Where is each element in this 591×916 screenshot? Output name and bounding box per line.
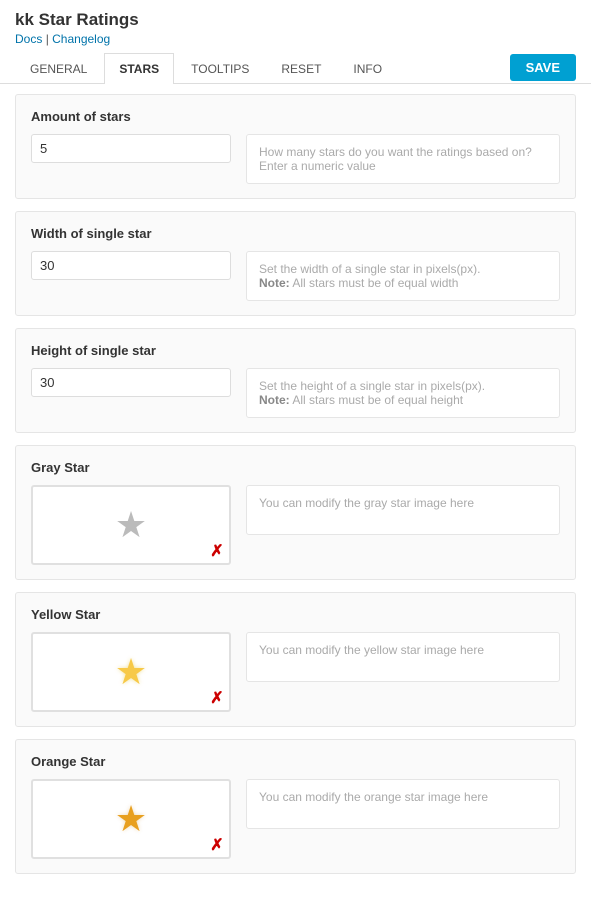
docs-link[interactable]: Docs <box>15 32 42 46</box>
width-star-input[interactable] <box>31 251 231 280</box>
tab-stars[interactable]: STARS <box>104 53 174 84</box>
orange-star-image-box[interactable]: ★ ✗ <box>31 779 231 859</box>
gray-star-remove-icon: ✗ <box>210 541 223 561</box>
height-star-input[interactable] <box>31 368 231 397</box>
changelog-link[interactable]: Changelog <box>52 32 110 46</box>
amount-stars-desc: How many stars do you want the ratings b… <box>246 134 560 184</box>
orange-star-title: Orange Star <box>31 754 560 769</box>
gray-star-title: Gray Star <box>31 460 560 475</box>
section-gray-star: Gray Star ★ ✗ You can modify the gray st… <box>15 445 576 580</box>
amount-stars-input-col <box>31 134 231 163</box>
tab-tooltips[interactable]: TOOLTIPS <box>176 53 264 84</box>
orange-star-remove-button[interactable]: ✗ <box>209 837 225 853</box>
section-width-star: Width of single star Set the width of a … <box>15 211 576 316</box>
height-star-title: Height of single star <box>31 343 560 358</box>
yellow-star-image-box[interactable]: ★ ✗ <box>31 632 231 712</box>
section-orange-star: Orange Star ★ ✗ You can modify the orang… <box>15 739 576 874</box>
yellow-star-remove-button[interactable]: ✗ <box>209 690 225 706</box>
nav-tabs: GENERAL STARS TOOLTIPS RESET INFO SAVE <box>0 52 591 84</box>
orange-star-image-col: ★ ✗ <box>31 779 231 859</box>
yellow-star-image-col: ★ ✗ <box>31 632 231 712</box>
amount-stars-input[interactable] <box>31 134 231 163</box>
width-star-input-col <box>31 251 231 280</box>
header: kk Star Ratings Docs | Changelog <box>0 0 591 46</box>
tab-info[interactable]: INFO <box>338 53 397 84</box>
app-title: kk Star Ratings <box>15 10 576 30</box>
width-star-title: Width of single star <box>31 226 560 241</box>
orange-star-remove-icon: ✗ <box>210 835 223 855</box>
tab-general[interactable]: GENERAL <box>15 53 102 84</box>
yellow-star-desc: You can modify the yellow star image her… <box>246 632 560 682</box>
header-links: Docs | Changelog <box>15 32 576 46</box>
amount-stars-title: Amount of stars <box>31 109 560 124</box>
gray-star-image-col: ★ ✗ <box>31 485 231 565</box>
tab-reset[interactable]: RESET <box>266 53 336 84</box>
yellow-star-title: Yellow Star <box>31 607 560 622</box>
width-star-desc: Set the width of a single star in pixels… <box>246 251 560 301</box>
yellow-star-remove-icon: ✗ <box>210 688 223 708</box>
section-height-star: Height of single star Set the height of … <box>15 328 576 433</box>
section-yellow-star: Yellow Star ★ ✗ You can modify the yello… <box>15 592 576 727</box>
gray-star-desc: You can modify the gray star image here <box>246 485 560 535</box>
section-amount-stars: Amount of stars How many stars do you wa… <box>15 94 576 199</box>
gray-star-image-box[interactable]: ★ ✗ <box>31 485 231 565</box>
height-star-input-col <box>31 368 231 397</box>
orange-star-icon: ★ <box>115 801 147 837</box>
orange-star-desc: You can modify the orange star image her… <box>246 779 560 829</box>
save-button[interactable]: SAVE <box>510 54 576 81</box>
content-area: Amount of stars How many stars do you wa… <box>0 84 591 896</box>
gray-star-remove-button[interactable]: ✗ <box>209 543 225 559</box>
height-star-desc: Set the height of a single star in pixel… <box>246 368 560 418</box>
gray-star-icon: ★ <box>115 507 147 543</box>
yellow-star-icon: ★ <box>115 654 147 690</box>
